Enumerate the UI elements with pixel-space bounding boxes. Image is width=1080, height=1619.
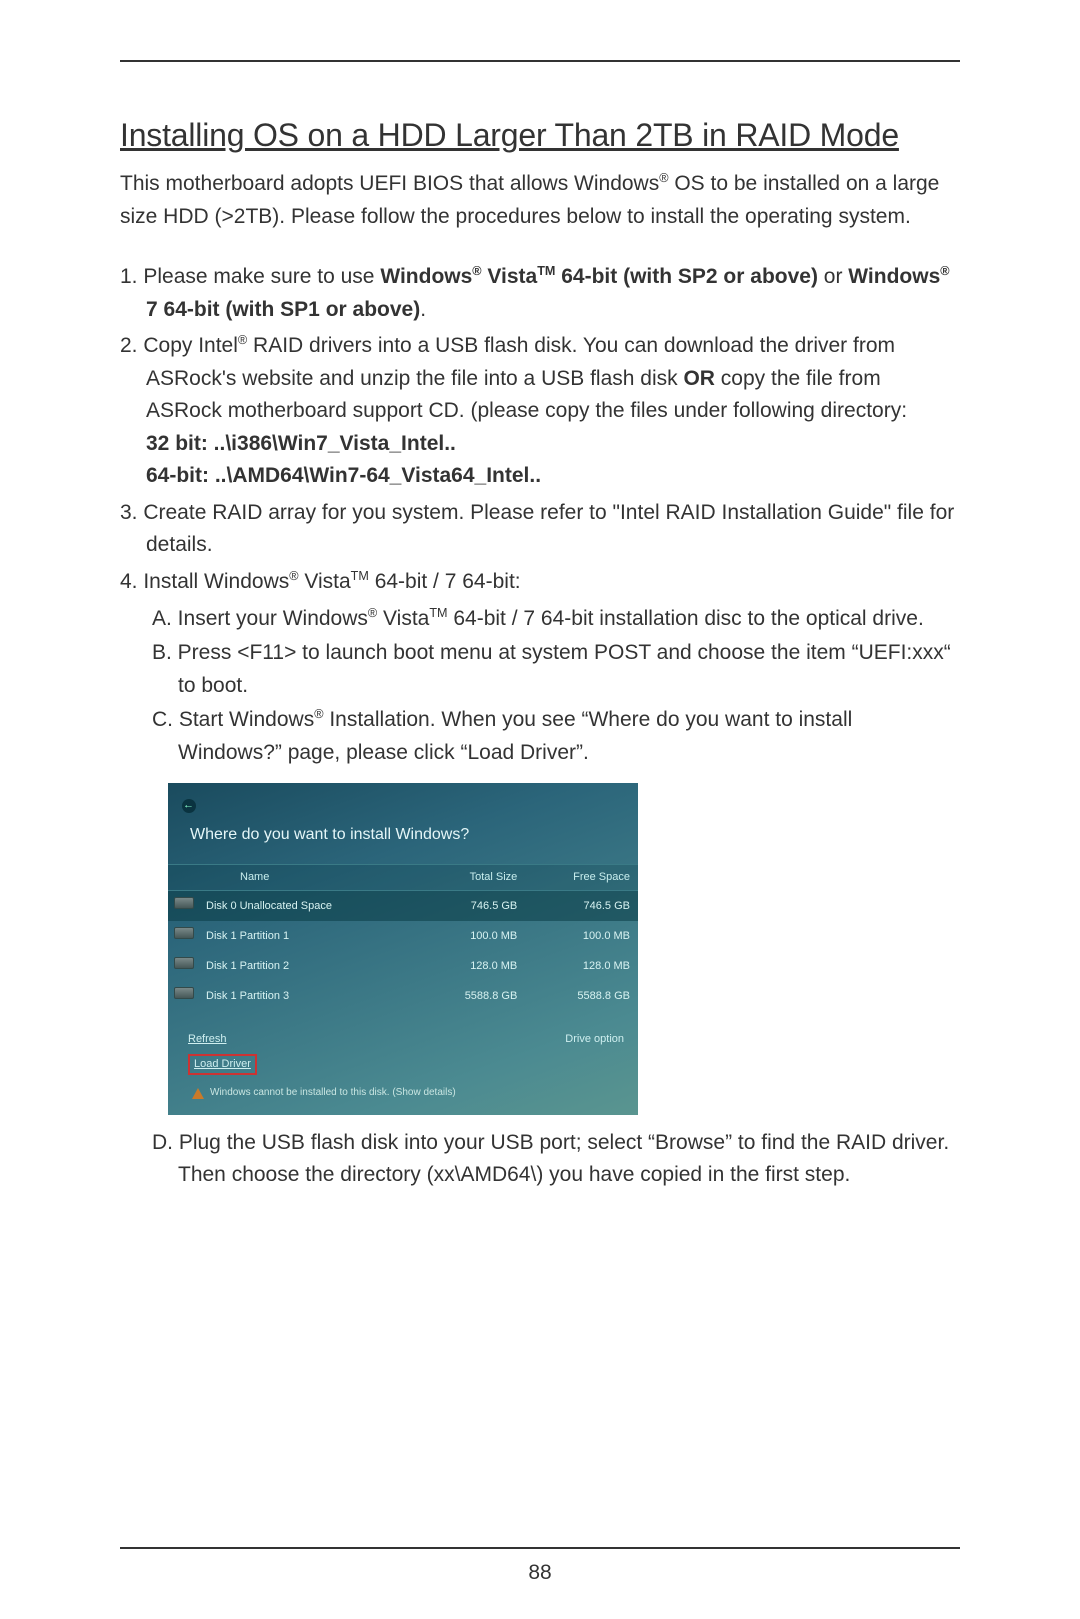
cell-name: Disk 1 Partition 2: [200, 951, 419, 981]
step-4b: B. Press <F11> to launch boot menu at sy…: [120, 637, 960, 702]
col-free: Free Space: [525, 865, 638, 891]
col-name: Name: [200, 865, 419, 891]
disk-icon-cell: [168, 981, 200, 1011]
cell-total: 100.0 MB: [419, 921, 525, 951]
step1-text-b: Windows: [380, 265, 472, 288]
col-total: Total Size: [419, 865, 525, 891]
installer-warning: Windows cannot be installed to this disk…: [168, 1079, 638, 1107]
step-4d: D. Plug the USB flash disk into your USB…: [120, 1127, 960, 1192]
installer-screenshot: Where do you want to install Windows? Na…: [168, 783, 960, 1115]
step1-text-a: 1. Please make sure to use: [120, 265, 380, 288]
steps-list: 1. Please make sure to use Windows® Vist…: [120, 261, 960, 1192]
step1-text-g: 7 64-bit (with SP1 or above): [146, 298, 420, 321]
step1-text-c: Vista: [482, 265, 538, 288]
tm-mark: TM: [537, 264, 555, 278]
tm-mark: TM: [351, 569, 369, 583]
installer-heading: Where do you want to install Windows?: [168, 821, 638, 864]
step2-text-c: OR: [683, 367, 715, 390]
load-driver-link: Load Driver: [188, 1054, 257, 1075]
top-rule: [120, 60, 960, 62]
step-1: 1. Please make sure to use Windows® Vist…: [120, 261, 960, 326]
cell-free: 128.0 MB: [525, 951, 638, 981]
disk-icon-cell: [168, 921, 200, 951]
step4-text-b: Vista: [299, 570, 351, 593]
cell-free: 746.5 GB: [525, 891, 638, 922]
step-3: 3. Create RAID array for you system. Ple…: [120, 497, 960, 562]
document-page: Installing OS on a HDD Larger Than 2TB i…: [0, 0, 1080, 1619]
cell-name: Disk 0 Unallocated Space: [200, 891, 419, 922]
step1-text-e: or: [818, 265, 848, 288]
step4-text-a: 4. Install Windows: [120, 570, 289, 593]
table-row: Disk 1 Partition 3 5588.8 GB 5588.8 GB: [168, 981, 638, 1011]
step2-path-32: 32 bit: ..\i386\Win7_Vista_Intel..: [146, 432, 456, 455]
reg-mark: ®: [659, 171, 668, 185]
cell-name: Disk 1 Partition 3: [200, 981, 419, 1011]
disk-icon-cell: [168, 891, 200, 922]
step-2: 2. Copy Intel® RAID drivers into a USB f…: [120, 330, 960, 493]
bottom-rule: [120, 1547, 960, 1549]
reg-mark: ®: [289, 569, 298, 583]
cell-free: 5588.8 GB: [525, 981, 638, 1011]
step1-text-h: .: [420, 298, 426, 321]
table-row: Disk 1 Partition 2 128.0 MB 128.0 MB: [168, 951, 638, 981]
refresh-link: Refresh: [188, 1031, 257, 1048]
reg-mark: ®: [238, 333, 247, 347]
reg-mark: ®: [940, 264, 949, 278]
disk-icon: [174, 927, 194, 939]
disk-table: Name Total Size Free Space Disk 0 Unallo…: [168, 864, 638, 1011]
tm-mark: TM: [429, 606, 447, 620]
warning-text: Windows cannot be installed to this disk…: [210, 1085, 456, 1101]
intro-paragraph: This motherboard adopts UEFI BIOS that a…: [120, 168, 960, 233]
step4a-text-a: A. Insert your Windows: [152, 607, 368, 630]
page-title: Installing OS on a HDD Larger Than 2TB i…: [120, 117, 960, 154]
intro-text-1: This motherboard adopts UEFI BIOS that a…: [120, 172, 659, 195]
step-4a: A. Insert your Windows® VistaTM 64-bit /…: [120, 603, 960, 636]
drive-options-link: Drive option: [565, 1031, 624, 1075]
cell-name: Disk 1 Partition 1: [200, 921, 419, 951]
disk-icon: [174, 897, 194, 909]
step1-text-f: Windows: [848, 265, 940, 288]
step4a-text-c: 64-bit / 7 64-bit installation disc to t…: [448, 607, 924, 630]
step2-text-a: 2. Copy Intel: [120, 334, 238, 357]
col-icon: [168, 865, 200, 891]
table-row: Disk 1 Partition 1 100.0 MB 100.0 MB: [168, 921, 638, 951]
step-4c: C. Start Windows® Installation. When you…: [120, 704, 960, 769]
cell-total: 746.5 GB: [419, 891, 525, 922]
step4a-text-b: Vista: [377, 607, 429, 630]
table-row: Disk 0 Unallocated Space 746.5 GB 746.5 …: [168, 891, 638, 922]
cell-free: 100.0 MB: [525, 921, 638, 951]
step-4: 4. Install Windows® VistaTM 64-bit / 7 6…: [120, 566, 960, 599]
windows-installer-dialog: Where do you want to install Windows? Na…: [168, 783, 638, 1115]
cell-total: 5588.8 GB: [419, 981, 525, 1011]
reg-mark: ®: [472, 264, 481, 278]
page-number: 88: [0, 1561, 1080, 1585]
table-header-row: Name Total Size Free Space: [168, 865, 638, 891]
disk-icon-cell: [168, 951, 200, 981]
cell-total: 128.0 MB: [419, 951, 525, 981]
step4c-text-a: C. Start Windows: [152, 708, 314, 731]
reg-mark: ®: [314, 707, 323, 721]
step4-text-c: 64-bit / 7 64-bit:: [369, 570, 521, 593]
reg-mark: ®: [368, 606, 377, 620]
warning-icon: [192, 1088, 204, 1099]
installer-back-bar: [168, 795, 638, 821]
step1-text-d: 64-bit (with SP2 or above): [555, 265, 818, 288]
back-arrow-icon: [182, 799, 196, 813]
disk-icon: [174, 957, 194, 969]
disk-icon: [174, 987, 194, 999]
step2-path-64: 64-bit: ..\AMD64\Win7-64_Vista64_Intel..: [146, 464, 541, 487]
installer-links-row: Refresh Load Driver Drive option: [168, 1011, 638, 1079]
